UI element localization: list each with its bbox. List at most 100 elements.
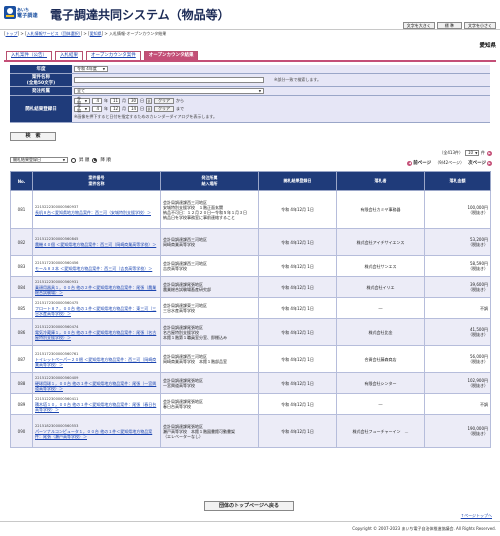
sort-asc-radio[interactable] <box>71 157 76 163</box>
year-select[interactable]: 令和 4年度 ▼ <box>74 66 108 72</box>
footer-divider <box>0 521 500 522</box>
clear-from-button[interactable]: クリア <box>154 98 174 104</box>
col-header-org: 発注所属 納入場所 <box>160 171 259 191</box>
row-org: 会計局調達課西三河地区 岡崎商業高等学校 本館１階部品室 <box>160 345 259 373</box>
table-header-row: No. 案件番号 案件名称 発注所属 納入場所 開札結果登録日 落札者 落札金額 <box>10 171 491 191</box>
breadcrumb-link-service[interactable]: 入札情報サービス（団体選択） <box>27 31 81 36</box>
row-amount-cell: 41,500円 （税抜き） <box>424 318 491 346</box>
row-tax: （税抜き） <box>468 287 488 292</box>
row-case-link[interactable]: 長机８台＜愛知県地方物品案件：西三河（安城特別支援学校）＞ <box>35 210 158 215</box>
header-divider <box>0 29 500 30</box>
row-amount-cell: 100,000円 （税抜き） <box>424 190 491 229</box>
breadcrumb: [トップ] > [入札情報サービス（団体選択）] > [愛知県] > 入札情報-… <box>4 31 167 36</box>
from-month-input[interactable]: 11 <box>110 98 120 104</box>
row-amount-cell: 56,000円 （税抜き） <box>424 345 491 373</box>
to-year-input[interactable]: 4 <box>92 106 102 112</box>
breadcrumb-link-top[interactable]: トップ <box>6 31 18 36</box>
row-amount-cell: 102,900円 （税抜き） <box>424 372 491 394</box>
site-logo[interactable]: あいち 電子調達 <box>4 6 46 21</box>
tab-open-counter-cases[interactable]: オープンカウンタ案件 <box>86 51 141 60</box>
row-no: 081 <box>10 190 33 229</box>
results-table: No. 案件番号 案件名称 発注所属 納入場所 開札結果登録日 落札者 落札金額… <box>10 171 491 448</box>
row-tax: （税抜き） <box>468 383 488 388</box>
page-indicator: （9/42ページ） <box>435 160 465 165</box>
tab-open-counter-results[interactable]: オープンカウンタ結果 <box>143 51 199 60</box>
row-case-link[interactable]: 農機４０個 ＜愛知県地方物品案件：西三河（岡崎商業高等学校）＞ <box>35 242 158 247</box>
search-form: 年度 令和 4年度 ▼ 案件名称 (全角50文字) ※部分一致で検索します。 発注… <box>10 65 490 123</box>
calendar-icon[interactable]: 表 <box>146 98 152 104</box>
calendar-icon[interactable]: 表 <box>146 106 152 112</box>
row-case-link[interactable]: 電気冷蔵庫１，００台 他の１件＜愛知県地方物品案件：尾張（名古屋特別支援学校）＞ <box>35 330 158 340</box>
font-larger-button[interactable]: 文字を大きく <box>402 22 435 29</box>
row-org: 会計局調達課尾張地区 瀬戸高等学校 本館１階図書館可動書架 （エレベーターなし） <box>160 414 259 448</box>
tab-bar: 入札案件（公告） 入札結果 オープンカウンタ案件 オープンカウンタ結果 <box>6 51 199 60</box>
row-case-link[interactable]: フロート８７，００台 他の１件＜愛知県地方物品案件：東三河（三谷水産高等学校）＞ <box>35 306 158 316</box>
row-case-link[interactable]: 積木塔１０，００台 他の１件＜愛知県地方物品案件：尾張（春日台高等学校）＞ <box>35 402 158 412</box>
sort-desc-radio[interactable] <box>92 157 98 163</box>
row-date: 令和 4年12月 1日 <box>258 190 337 229</box>
sort-controls: 開札結果登録日 ▼ 昇 順 降 順 <box>10 157 111 163</box>
row-amount: 不調 <box>480 305 488 311</box>
col-header-amount: 落札金額 <box>424 171 491 191</box>
page-top-link[interactable]: ↑ページトップへ <box>461 513 492 519</box>
tab-bid-results[interactable]: 入札結果 <box>55 51 83 60</box>
row-case-link[interactable]: 硬球用球１，００台 他の１件＜愛知県地方物品案件：尾張（一宮興道高等学校）＞ <box>35 381 158 391</box>
tab-underline <box>4 60 496 62</box>
row-org: 会計局調達課尾張地区 一宮興道高等学校 <box>160 372 259 394</box>
row-org: 会計局調達課尾張地区 農業総合試験場畜産研究部 <box>160 276 259 298</box>
to-era-select[interactable]: 令和 ▼ <box>74 105 90 113</box>
clear-to-button[interactable]: クリア <box>154 106 174 112</box>
row-amount-cell: 不調 <box>424 297 491 319</box>
row-tax: （税抜き） <box>468 242 488 247</box>
row-case-cell: 2215172300000560475 フロート８７，００台 他の１件＜愛知県地方… <box>32 297 161 319</box>
prev-page-button[interactable]: ◀ 前ページ <box>407 160 431 166</box>
table-row: 087 2215172300000560761 トイレットペーパー２０梱 ＜愛知県地… <box>10 345 491 373</box>
org-select[interactable]: 全て ▼ <box>74 88 264 94</box>
back-to-top-button[interactable]: 団体のトップページへ戻る <box>204 501 294 511</box>
row-org: 会計局調達課西三河地区 吉良高等学校 <box>160 255 259 277</box>
row-date: 令和 4年12月 1日 <box>258 318 337 346</box>
row-amount-cell: 不調 <box>424 393 491 415</box>
table-row: 082 2215122300000560845 農機４０個 ＜愛知県地方物品案件：西… <box>10 228 491 256</box>
row-case-link[interactable]: 乗顔用器具１，００台 他の２件＜愛知県地方物品案件：尾張（農業総合試験場）＞ <box>35 285 158 295</box>
copyright: Copyright © 2007-2023 あいち電子自治体推進協議会. All… <box>352 526 496 531</box>
row-date: 令和 4年12月 1日 <box>258 255 337 277</box>
page-size-select[interactable]: 10 ▼ <box>465 150 479 156</box>
year-label: 年度 <box>10 65 72 73</box>
row-amount-cell: 53,200円 （税抜き） <box>424 228 491 256</box>
to-month-input[interactable]: 12 <box>110 106 120 112</box>
arrow-right-icon: ▶ <box>487 160 492 166</box>
row-case-cell: 2215172300000560456 モール８３本 ＜愛知県地方物品案件：西三河… <box>32 255 161 277</box>
breadcrumb-link-pref[interactable]: 愛知県 <box>90 31 102 36</box>
from-day-input[interactable]: 30 <box>128 98 138 104</box>
sort-select[interactable]: 開札結果登録日 ▼ <box>10 157 68 163</box>
tab-bid-cases[interactable]: 入札案件（公告） <box>6 51 52 60</box>
next-page-button[interactable]: 次ページ ▶ <box>468 160 492 166</box>
page-size-unit: 件 <box>481 150 485 155</box>
font-standard-button[interactable]: 標 準 <box>436 22 462 29</box>
row-case-cell: 2215122300000560409 硬球用球１，００台 他の１件＜愛知県地方物… <box>32 372 161 394</box>
row-org: 会計局調達課尾張地区 名古屋特別支援学校 本館１階第１職員室分室、即棚込み <box>160 318 259 346</box>
to-day-input[interactable]: 14 <box>128 106 138 112</box>
row-case-cell: 2215122300000560931 乗顔用器具１，００台 他の２件＜愛知県地方… <box>32 276 161 298</box>
row-winner: 株式会社サンエス <box>336 255 425 277</box>
row-case-link[interactable]: パーソナルコンピュータ１，００台 他の１件＜愛知県地方物品案件：尾張（瀬戸高等学… <box>35 429 158 439</box>
arrow-right-icon[interactable]: ▶ <box>487 150 492 156</box>
row-no: 085 <box>10 297 33 319</box>
row-amount: 不調 <box>480 401 488 407</box>
case-name-input[interactable] <box>74 77 264 83</box>
search-button[interactable]: 検 索 <box>10 132 56 141</box>
from-year-input[interactable]: 4 <box>92 98 102 104</box>
row-tax: （税抜き） <box>468 209 488 215</box>
row-winner: ― <box>336 297 425 319</box>
row-case-link[interactable]: トイレットペーパー２０梱 ＜愛知県地方物品案件：西三河（岡崎商業高等学校）＞ <box>35 357 158 367</box>
from-suffix: から <box>176 98 184 103</box>
row-no: 088 <box>10 372 33 394</box>
total-count: （全413件） <box>439 150 463 155</box>
row-case-cell: 2215122300000560411 積木塔１０，００台 他の１件＜愛知県地方物… <box>32 393 161 415</box>
table-row: 088 2215122300000560409 硬球用球１，００台 他の１件＜愛知県… <box>10 372 491 394</box>
font-smaller-button[interactable]: 文字を小さく <box>464 22 496 29</box>
row-tax: （税抜き） <box>468 359 488 364</box>
pager: （全413件） 10 ▼ 件 ▶ ◀ 前ページ （9/42ページ） 次ページ ▶ <box>407 150 492 166</box>
row-case-link[interactable]: モール８３本 ＜愛知県地方物品案件：西三河（吉良高等学校）＞ <box>35 266 158 271</box>
